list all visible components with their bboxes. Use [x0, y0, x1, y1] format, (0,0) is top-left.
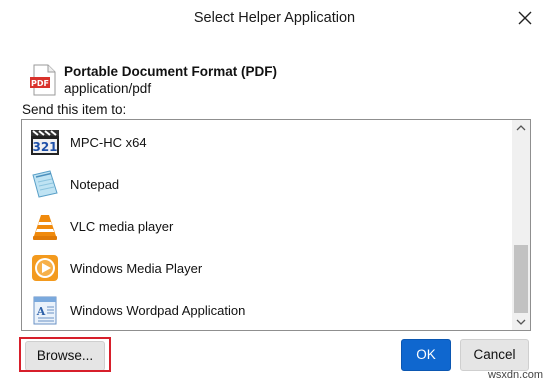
title-bar: Select Helper Application — [0, 0, 549, 37]
browse-highlight-box — [19, 337, 111, 372]
dialog-title: Select Helper Application — [193, 10, 356, 26]
list-item[interactable]: Windows Media Player — [22, 248, 512, 290]
close-icon[interactable] — [513, 7, 537, 29]
windows-media-player-icon — [30, 253, 60, 283]
application-list[interactable]: 321 MPC-HC x64 Notepad VLC media player … — [21, 119, 531, 331]
list-item[interactable]: 321 MPC-HC x64 — [22, 122, 512, 164]
pdf-file-icon: PDF — [29, 64, 57, 96]
vlc-icon — [30, 211, 60, 241]
scroll-up-icon[interactable] — [512, 120, 530, 136]
send-to-label: Send this item to: — [22, 102, 127, 117]
watermark-text: wsxdn.com — [487, 369, 543, 381]
select-helper-dialog: Select Helper Application PDF Portable D… — [0, 0, 549, 383]
list-item-label: Notepad — [70, 177, 120, 192]
mpc-hc-icon: 321 — [30, 127, 60, 157]
scroll-down-icon[interactable] — [512, 314, 530, 330]
list-item[interactable]: VLC media player — [22, 206, 512, 248]
list-item-label: MPC-HC x64 — [70, 135, 147, 150]
notepad-icon — [30, 169, 60, 199]
ok-button[interactable]: OK — [401, 339, 451, 371]
list-item-label: Windows Media Player — [70, 261, 203, 276]
list-item[interactable]: Notepad — [22, 164, 512, 206]
cancel-button[interactable]: Cancel — [460, 339, 529, 371]
svg-text:PDF: PDF — [31, 79, 49, 88]
file-type-mime: application/pdf — [64, 81, 152, 96]
list-item-label: Windows Wordpad Application — [70, 303, 246, 318]
list-item[interactable]: A Windows Wordpad Application — [22, 290, 512, 330]
file-type-name: Portable Document Format (PDF) — [64, 64, 278, 79]
list-scrollbar[interactable] — [512, 120, 530, 330]
svg-text:321: 321 — [32, 140, 57, 154]
svg-text:A: A — [36, 305, 46, 318]
wordpad-icon: A — [30, 295, 60, 325]
list-item-label: VLC media player — [70, 219, 174, 234]
scrollbar-thumb[interactable] — [514, 245, 528, 313]
